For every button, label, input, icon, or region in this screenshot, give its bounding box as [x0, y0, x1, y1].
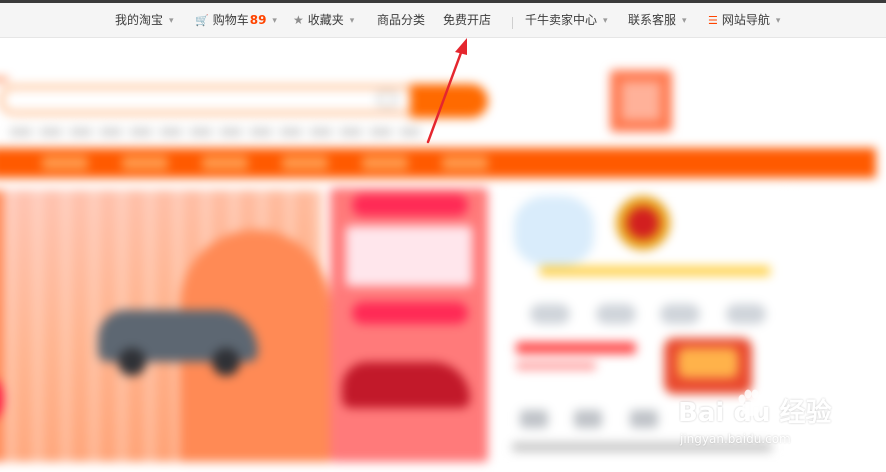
camera-icon[interactable] [378, 91, 396, 107]
chevron-down-icon: ▾ [349, 16, 355, 26]
nav-customer-service-label: 联系客服 [628, 13, 677, 27]
promo-headline [516, 342, 636, 354]
nav-open-store[interactable]: 免费开店 [443, 3, 491, 38]
car-wheel [118, 348, 146, 376]
category-tab[interactable] [442, 156, 488, 170]
star-icon: ★ [293, 13, 304, 27]
nav-my-taobao[interactable]: 我的淘宝 ▾ [115, 3, 174, 38]
nav-seller-center-label: 千牛卖家中心 [525, 13, 598, 27]
nav-categories[interactable]: 商品分类 [377, 3, 425, 38]
nav-site-map[interactable]: ☰ 网站导航 ▾ [708, 3, 780, 38]
chevron-down-icon: ▾ [272, 16, 277, 26]
service-icon[interactable] [596, 304, 636, 324]
shortcut-icon[interactable] [574, 410, 602, 428]
category-tab[interactable] [202, 156, 248, 170]
hot-search-words [10, 128, 420, 136]
nav-categories-label: 商品分类 [377, 13, 426, 27]
category-tab[interactable] [42, 156, 88, 170]
nav-customer-service[interactable]: 联系客服 ▾ [628, 3, 687, 38]
gift-highlight [678, 348, 738, 378]
category-tab[interactable] [122, 156, 168, 170]
nav-seller-center[interactable]: 千牛卖家中心 ▾ [525, 3, 608, 38]
chevron-down-icon: ▾ [682, 16, 687, 26]
promo-tag [352, 194, 468, 216]
watermark-url: jingyan.baidu.com [680, 432, 791, 446]
shortcut-icon[interactable] [520, 410, 548, 428]
car-wheel [212, 348, 240, 376]
category-tab[interactable] [362, 156, 408, 170]
service-icon[interactable] [726, 304, 766, 324]
baidu-jingyan-watermark: Bai du 经验 jingyan.baidu.com [674, 389, 854, 458]
service-icon[interactable] [530, 304, 570, 324]
nav-open-store-label: 免费开店 [443, 13, 492, 27]
qr-code-center [622, 82, 660, 120]
site-nav-bar: 我的淘宝 ▾ 🛒 购物车89 ▾ ★ 收藏夹 ▾ 商品分类 免费开店 千牛卖家中心 ▾ 联系… [0, 3, 886, 38]
nav-divider [512, 17, 513, 29]
nav-site-map-label: 网站导航 [721, 13, 770, 27]
promo-subline [516, 362, 596, 370]
search-input[interactable] [0, 86, 410, 114]
chevron-down-icon: ▾ [775, 16, 781, 26]
service-icon[interactable] [660, 304, 700, 324]
red-car-image [342, 362, 470, 408]
cart-icon: 🛒 [195, 14, 209, 27]
nav-favorites[interactable]: ★ 收藏夹 ▾ [293, 3, 354, 38]
emblem-center [627, 207, 659, 239]
cart-count-badge: 89 [249, 13, 267, 27]
nav-cart[interactable]: 🛒 购物车89 ▾ [195, 3, 277, 38]
promo-button[interactable] [352, 302, 468, 324]
search-button[interactable] [410, 84, 488, 118]
nav-cart-label: 购物车 [212, 13, 249, 27]
shortcut-icon[interactable] [630, 410, 658, 428]
promo-title [346, 226, 472, 286]
nav-my-taobao-label: 我的淘宝 [115, 13, 164, 27]
menu-icon: ☰ [708, 14, 718, 27]
map-graphic [514, 196, 594, 266]
notice-ribbon [540, 266, 770, 276]
chevron-down-icon: ▾ [603, 16, 608, 26]
nav-favorites-label: 收藏夹 [307, 13, 344, 27]
logo-fragment [0, 78, 8, 81]
chevron-down-icon: ▾ [169, 16, 174, 26]
paw-icon [738, 389, 765, 416]
category-tab[interactable] [282, 156, 328, 170]
